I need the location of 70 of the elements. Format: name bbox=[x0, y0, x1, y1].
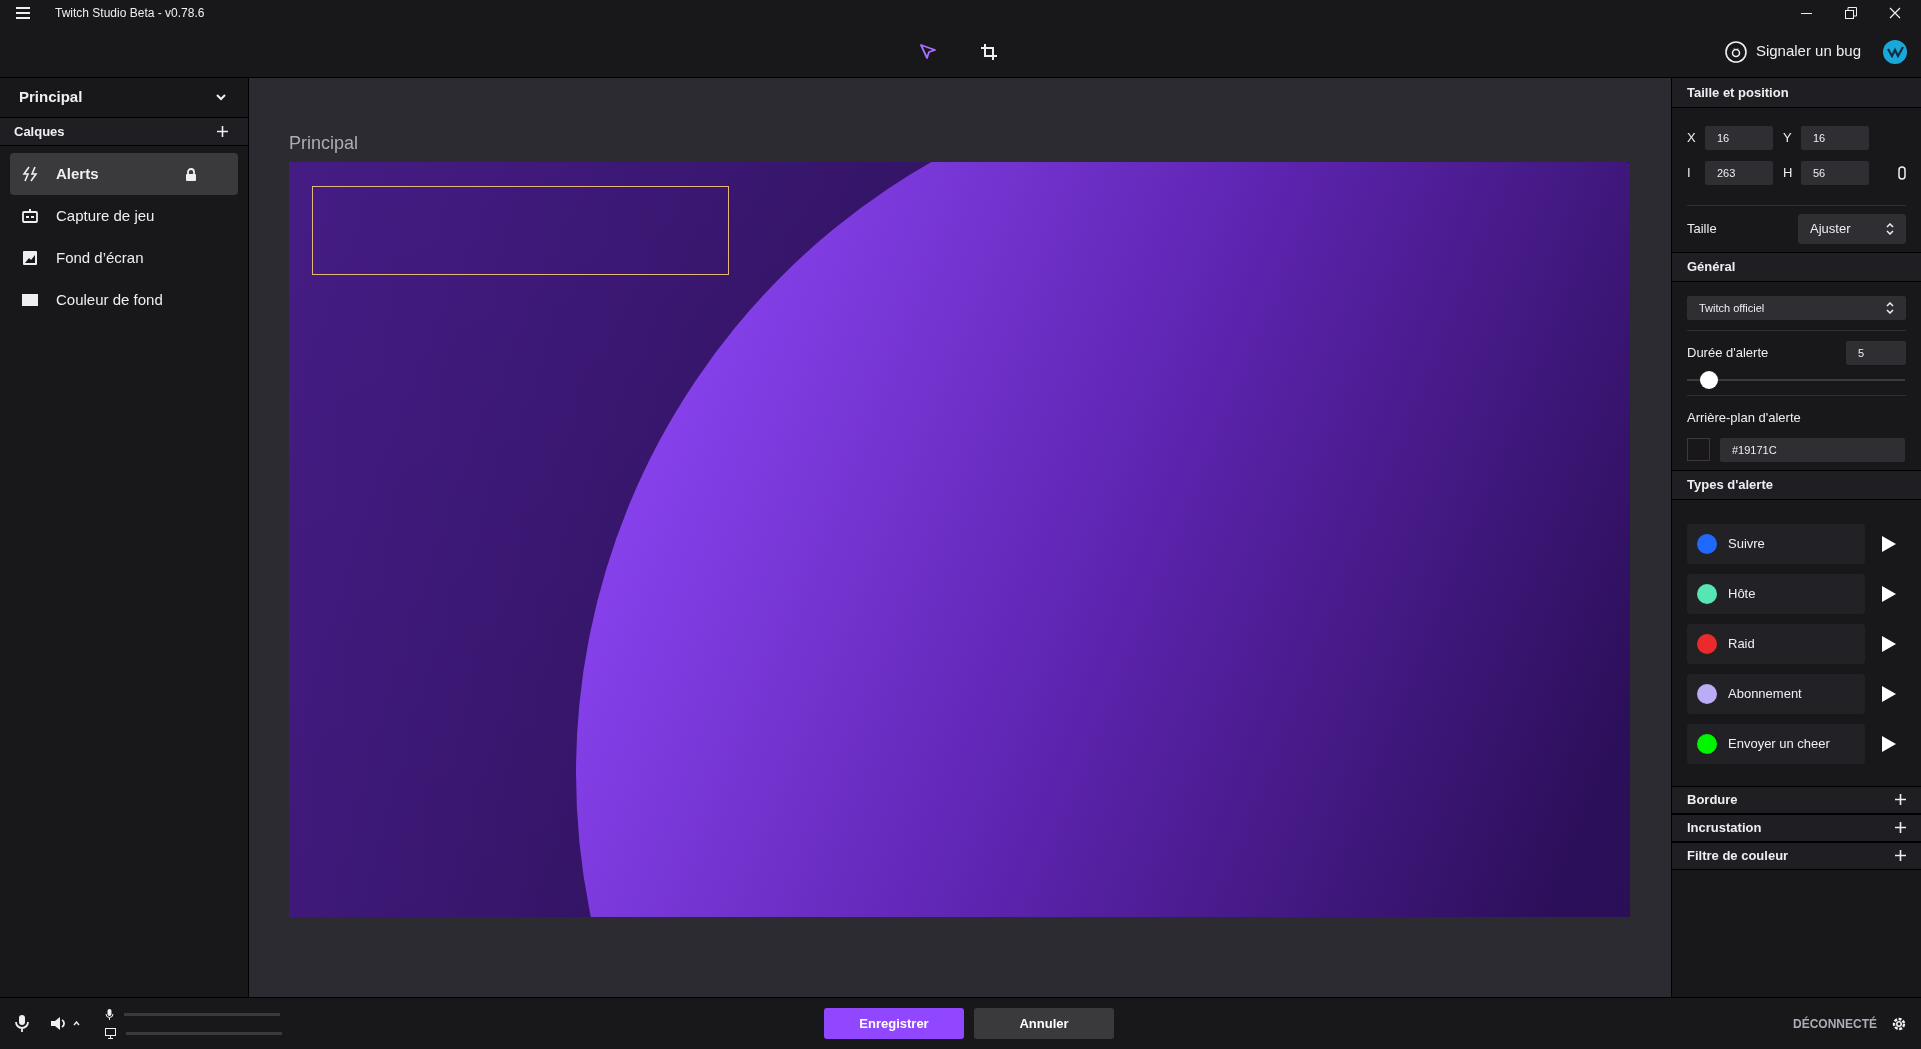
scene-label: Principal bbox=[289, 132, 360, 155]
section-title: Types d'alerte bbox=[1687, 475, 1773, 494]
chevron-down-icon[interactable] bbox=[216, 94, 226, 101]
duration-label: Durée d'alerte bbox=[1687, 344, 1769, 363]
game-capture-icon bbox=[22, 208, 38, 224]
report-bug-link[interactable]: Signaler un bug bbox=[1724, 40, 1861, 63]
number-field[interactable]: 16 bbox=[1705, 126, 1773, 150]
theme-select[interactable]: Twitch officiel bbox=[1687, 296, 1906, 320]
bolt-icon bbox=[22, 166, 38, 182]
restore-icon[interactable] bbox=[1845, 7, 1857, 19]
speaker-icon[interactable] bbox=[51, 1016, 68, 1031]
play-icon[interactable] bbox=[1882, 685, 1896, 702]
connection-status: DÉCONNECTÉ bbox=[1793, 1015, 1877, 1033]
close-icon[interactable] bbox=[1889, 7, 1901, 19]
sort-icon bbox=[1886, 223, 1894, 235]
lock-icon bbox=[186, 167, 196, 181]
section-title: Général bbox=[1687, 258, 1736, 277]
add-icon[interactable] bbox=[1895, 794, 1906, 805]
save-button[interactable]: Enregistrer bbox=[824, 1008, 964, 1039]
size-label: Taille bbox=[1687, 220, 1717, 239]
bug-icon bbox=[1724, 40, 1747, 63]
layers-title: Calques bbox=[14, 122, 65, 141]
menu-icon[interactable] bbox=[16, 7, 30, 19]
layer-item[interactable]: Alerts bbox=[10, 153, 238, 195]
play-icon[interactable] bbox=[1882, 635, 1896, 652]
size-select[interactable]: Ajuster bbox=[1798, 214, 1906, 244]
monitor-icon bbox=[105, 1027, 116, 1039]
sort-icon bbox=[1886, 302, 1894, 314]
alert-type-item[interactable]: Abonnement bbox=[1687, 673, 1865, 714]
layer-item[interactable]: Capture de jeu bbox=[10, 195, 238, 237]
window-title: Twitch Studio Beta - v0.78.6 bbox=[55, 5, 205, 22]
field-label: I bbox=[1687, 164, 1692, 183]
section-title: Taille et position bbox=[1687, 83, 1789, 102]
image-icon bbox=[22, 250, 38, 266]
selection-outline[interactable] bbox=[312, 186, 729, 275]
settings-icon[interactable] bbox=[1891, 1015, 1907, 1032]
section-title[interactable]: Bordure bbox=[1687, 789, 1738, 810]
play-icon[interactable] bbox=[1882, 535, 1896, 552]
link-icon[interactable] bbox=[1898, 166, 1906, 180]
microphone-icon[interactable] bbox=[15, 1015, 29, 1032]
cursor-icon[interactable] bbox=[920, 43, 936, 60]
number-field[interactable]: 263 bbox=[1705, 161, 1773, 185]
field-label: Y bbox=[1783, 129, 1793, 148]
add-icon[interactable] bbox=[1895, 850, 1906, 861]
background-label: Arrière-plan d'alerte bbox=[1687, 395, 1906, 428]
caret-up-icon[interactable] bbox=[73, 1021, 80, 1026]
alert-type-item[interactable]: Suivre bbox=[1687, 523, 1865, 564]
scene-name[interactable]: Principal bbox=[19, 86, 83, 109]
field-label: H bbox=[1783, 164, 1794, 183]
add-icon[interactable] bbox=[1895, 822, 1906, 833]
avatar-icon[interactable] bbox=[1883, 39, 1907, 64]
layer-item[interactable]: Couleur de fond bbox=[10, 279, 238, 321]
slider-thumb[interactable] bbox=[1699, 371, 1718, 389]
duration-field[interactable]: 5 bbox=[1846, 341, 1906, 365]
number-field[interactable]: 56 bbox=[1801, 161, 1869, 185]
play-icon[interactable] bbox=[1882, 585, 1896, 602]
layer-item[interactable]: Fond d’écran bbox=[10, 237, 238, 279]
alert-type-item[interactable]: Raid bbox=[1687, 623, 1865, 664]
play-icon[interactable] bbox=[1882, 735, 1896, 752]
number-field[interactable]: 16 bbox=[1801, 126, 1869, 150]
cancel-button[interactable]: Annuler bbox=[974, 1008, 1114, 1039]
color-swatch[interactable] bbox=[1687, 438, 1710, 461]
add-icon[interactable] bbox=[217, 126, 228, 137]
color-fill-icon bbox=[22, 292, 38, 308]
crop-icon[interactable] bbox=[981, 43, 997, 60]
alert-type-item[interactable]: Envoyer un cheer bbox=[1687, 723, 1865, 764]
color-hex-field[interactable]: #19171C bbox=[1720, 437, 1905, 462]
alert-type-item[interactable]: Hôte bbox=[1687, 573, 1865, 614]
microphone-icon bbox=[105, 1008, 114, 1020]
field-label: X bbox=[1687, 129, 1697, 148]
